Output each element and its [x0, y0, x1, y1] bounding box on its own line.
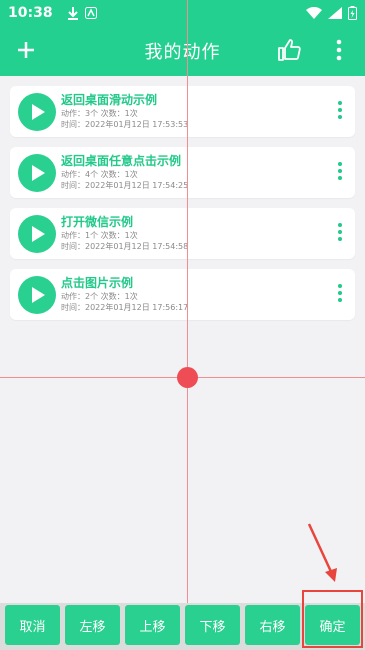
- action-name: 点击图片示例: [61, 276, 134, 290]
- action-meta: 动作：2个 次数：1次: [61, 292, 138, 301]
- more-vertical-icon[interactable]: [337, 101, 343, 123]
- action-time: 时间：2022年01月12日 17:53:53: [61, 120, 189, 129]
- action-meta: 动作：4个 次数：1次: [61, 170, 138, 179]
- play-icon[interactable]: [18, 93, 56, 131]
- more-vertical-icon[interactable]: [337, 223, 343, 245]
- action-time: 时间：2022年01月12日 17:54:58: [61, 242, 189, 251]
- more-vertical-icon[interactable]: [337, 284, 343, 306]
- crosshair-vertical-line: [187, 0, 188, 650]
- action-card[interactable]: 打开微信示例 动作：1个 次数：1次 时间：2022年01月12日 17:54:…: [10, 208, 355, 259]
- action-name: 打开微信示例: [61, 215, 134, 229]
- annotation-highlight-box: [302, 590, 363, 648]
- move-up-button[interactable]: 上移: [125, 605, 180, 645]
- battery-icon: [348, 6, 357, 20]
- action-card[interactable]: 返回桌面滑动示例 动作：3个 次数：1次 时间：2022年01月12日 17:5…: [10, 86, 355, 137]
- play-icon[interactable]: [18, 276, 56, 314]
- cancel-button[interactable]: 取消: [5, 605, 60, 645]
- action-name: 返回桌面任意点击示例: [61, 154, 182, 168]
- action-meta: 动作：3个 次数：1次: [61, 109, 138, 118]
- annotation-arrow-icon: [307, 523, 337, 582]
- move-right-button[interactable]: 右移: [245, 605, 300, 645]
- wifi-icon: [306, 7, 322, 19]
- status-time: 10:38: [8, 5, 53, 21]
- download-icon: [67, 7, 78, 20]
- status-bar: 10:38: [0, 0, 365, 26]
- action-time: 时间：2022年01月12日 17:56:17: [61, 303, 189, 312]
- page-title: 我的动作: [144, 42, 221, 63]
- action-list: 返回桌面滑动示例 动作：3个 次数：1次 时间：2022年01月12日 17:5…: [10, 86, 355, 330]
- play-icon[interactable]: [18, 154, 56, 192]
- more-vertical-icon[interactable]: [332, 38, 346, 62]
- play-icon[interactable]: [18, 215, 56, 253]
- more-vertical-icon[interactable]: [337, 162, 343, 184]
- action-name: 返回桌面滑动示例: [61, 93, 158, 107]
- signal-icon: [328, 7, 342, 19]
- action-time: 时间：2022年01月12日 17:54:25: [61, 181, 189, 190]
- app-badge-icon: [84, 7, 97, 19]
- thumbs-up-icon[interactable]: [276, 37, 302, 63]
- action-meta: 动作：1个 次数：1次: [61, 231, 138, 240]
- crosshair-target-dot[interactable]: [177, 367, 198, 388]
- move-left-button[interactable]: 左移: [65, 605, 120, 645]
- action-card[interactable]: 点击图片示例 动作：2个 次数：1次 时间：2022年01月12日 17:56:…: [10, 269, 355, 320]
- app-bar: 我的动作: [0, 26, 365, 76]
- action-card[interactable]: 返回桌面任意点击示例 动作：4个 次数：1次 时间：2022年01月12日 17…: [10, 147, 355, 198]
- move-down-button[interactable]: 下移: [185, 605, 240, 645]
